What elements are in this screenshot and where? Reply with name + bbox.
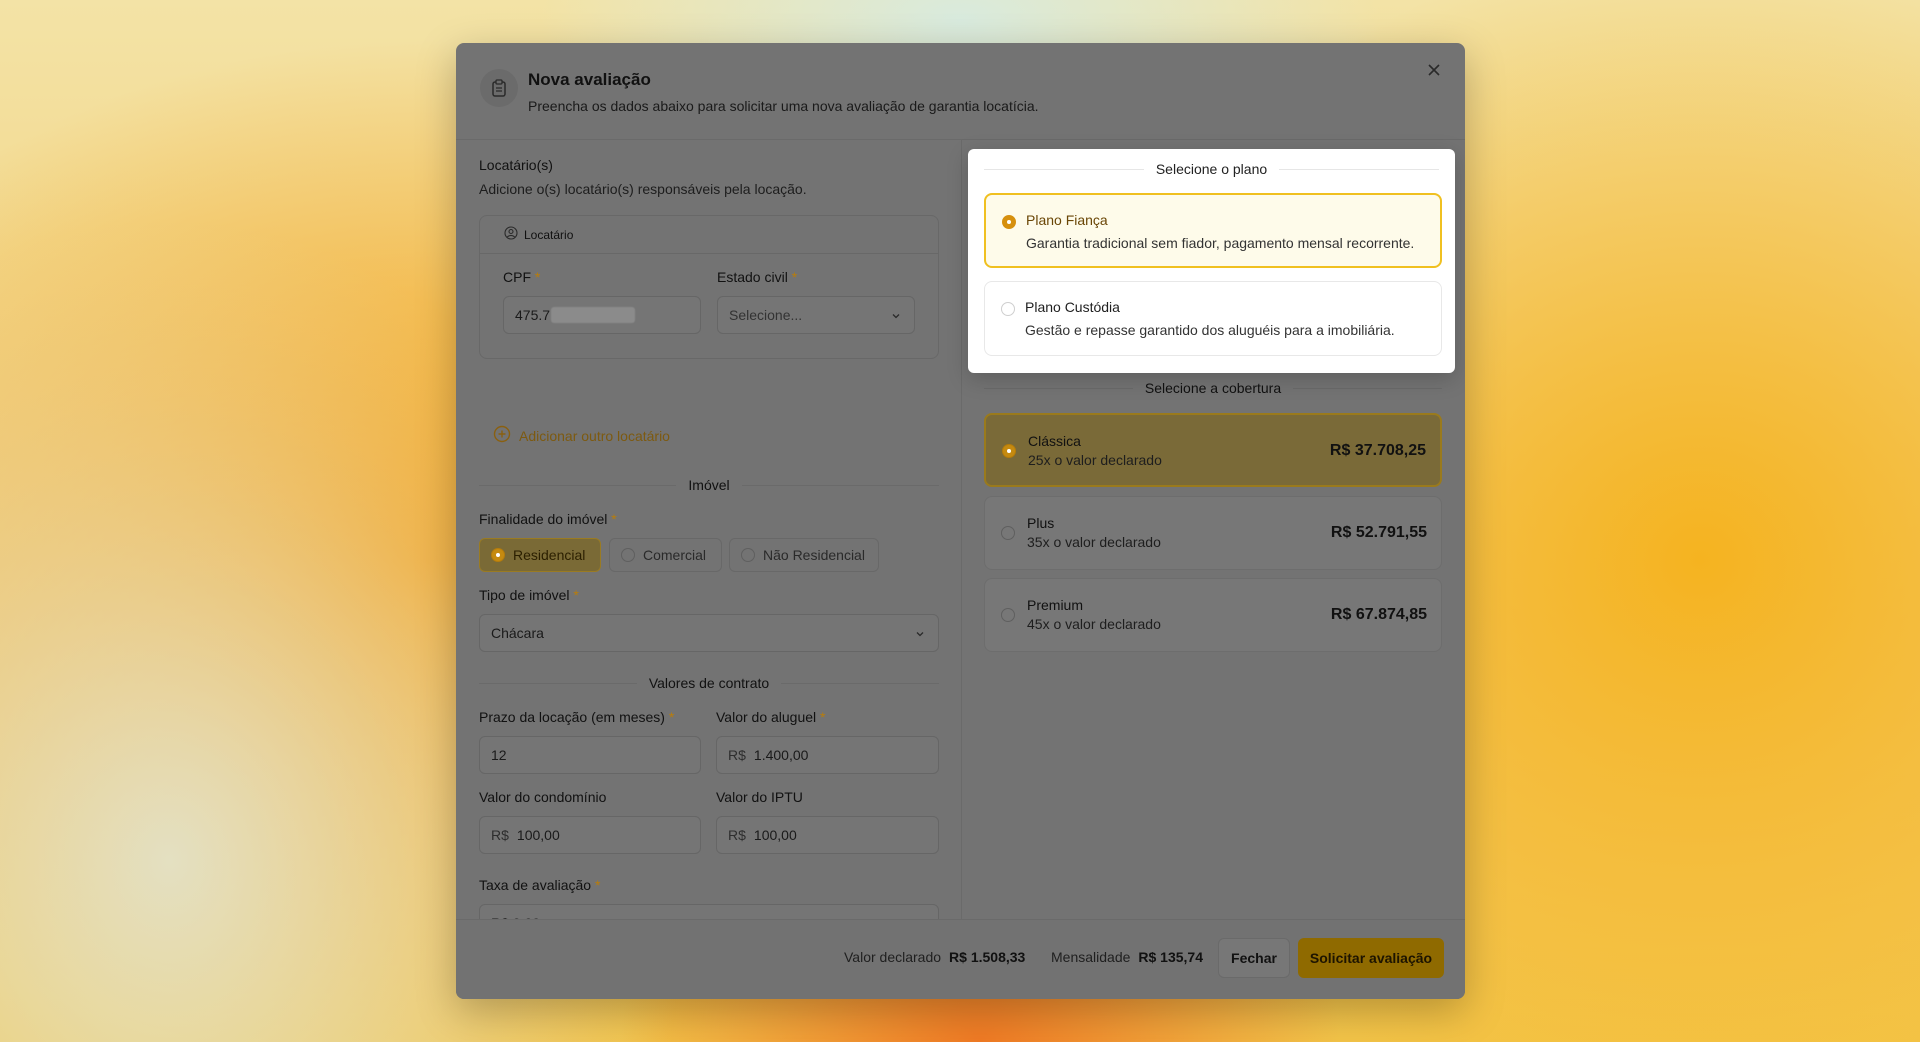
term-input[interactable]: 12 <box>479 736 701 774</box>
rent-value: 1.400,00 <box>753 747 809 763</box>
add-tenant-label: Adicionar outro locatário <box>519 427 670 444</box>
cpf-masked <box>551 307 636 323</box>
purpose-radio-group: Residencial Comercial Não Residencial <box>479 538 939 572</box>
coverage-price: R$ 37.708,25 <box>1329 442 1426 459</box>
declared-value: Valor declarado R$ 1.508,33 <box>844 949 1025 965</box>
declared-amount: R$ 1.508,33 <box>949 949 1026 965</box>
submit-evaluation-button[interactable]: Solicitar avaliação <box>1298 938 1444 978</box>
plus-circle-icon <box>493 425 511 446</box>
radio-checked-icon <box>1002 215 1016 229</box>
coverage-desc: 45x o valor declarado <box>1027 616 1161 632</box>
purpose-residencial-label: Residencial <box>513 547 586 563</box>
modal-title: Nova avaliação <box>528 70 651 89</box>
civil-status-label: Estado civil * <box>717 269 798 285</box>
fee-label: Taxa de avaliação * <box>479 877 601 893</box>
chevron-down-icon <box>890 309 902 325</box>
condo-input[interactable]: R$ 100,00 <box>479 816 701 854</box>
civil-status-placeholder: Selecione... <box>729 307 803 323</box>
tenant-card-header: Locatário <box>480 216 938 254</box>
radio-empty-icon <box>1001 526 1015 540</box>
purpose-residencial[interactable]: Residencial <box>479 538 601 572</box>
radio-empty-icon <box>1001 302 1015 316</box>
term-value: 12 <box>491 747 507 763</box>
plan-name: Plano Custódia <box>1025 299 1120 315</box>
iptu-label: Valor do IPTU <box>716 789 803 805</box>
clipboard-icon <box>480 69 518 107</box>
property-divider: Imóvel <box>479 476 940 494</box>
rent-input[interactable]: R$ 1.400,00 <box>716 736 939 774</box>
purpose-comercial-label: Comercial <box>643 547 707 563</box>
coverage-title: Selecione a cobertura <box>1144 380 1282 396</box>
plan-option-fianca[interactable]: Plano Fiança Garantia tradicional sem fi… <box>984 193 1442 268</box>
monthly-amount: R$ 135,74 <box>1138 949 1203 965</box>
currency-prefix: R$ <box>728 827 746 843</box>
coverage-option-premium[interactable]: Premium 45x o valor declarado R$ 67.874,… <box>984 578 1442 652</box>
new-evaluation-modal: Nova avaliação Preencha os dados abaixo … <box>456 43 1465 999</box>
contract-section-title: Valores de contrato <box>648 675 770 691</box>
rent-label: Valor do aluguel * <box>716 709 826 725</box>
radio-empty-icon <box>1001 608 1015 622</box>
modal-header: Nova avaliação Preencha os dados abaixo … <box>456 43 1465 140</box>
civil-status-select[interactable]: Selecione... <box>717 296 915 334</box>
chevron-down-icon <box>914 627 926 643</box>
cpf-input[interactable]: 475.7 <box>503 296 701 334</box>
currency-prefix: R$ <box>728 747 746 763</box>
coverage-divider: Selecione a cobertura <box>984 379 1443 397</box>
iptu-input[interactable]: R$ 100,00 <box>716 816 939 854</box>
property-type-label: Tipo de imóvel * <box>479 587 579 603</box>
coverage-name: Clássica <box>1028 433 1081 449</box>
coverage-name: Premium <box>1027 597 1084 613</box>
plan-title: Selecione o plano <box>1155 161 1268 177</box>
radio-empty-icon <box>741 548 755 562</box>
coverage-name: Plus <box>1027 515 1055 531</box>
tenants-title: Locatário(s) <box>479 157 553 173</box>
plan-desc: Gestão e repasse garantido dos aluguéis … <box>1025 322 1395 338</box>
close-button[interactable]: Fechar <box>1218 938 1290 978</box>
contract-divider: Valores de contrato <box>479 674 939 692</box>
tenant-card: Locatário CPF * 475.7 Estado civil * Sel… <box>479 215 939 359</box>
modal-subtitle: Preencha os dados abaixo para solicitar … <box>528 98 1039 114</box>
plan-option-custodia[interactable]: Plano Custódia Gestão e repasse garantid… <box>984 281 1442 356</box>
cpf-label: CPF * <box>503 269 541 285</box>
plan-desc: Garantia tradicional sem fiador, pagamen… <box>1026 235 1415 251</box>
condo-value: 100,00 <box>516 827 560 843</box>
coverage-desc: 35x o valor declarado <box>1027 534 1161 550</box>
cpf-value: 475.7 <box>515 307 551 323</box>
plan-selection-panel: Selecione o plano Plano Fiança Garantia … <box>968 149 1455 373</box>
coverage-section: Selecione a cobertura Clássica 25x o val… <box>968 373 1455 703</box>
plan-divider: Selecione o plano <box>968 161 1455 177</box>
term-label: Prazo da locação (em meses) * <box>479 709 675 725</box>
radio-empty-icon <box>621 548 635 562</box>
modal-footer: Valor declarado R$ 1.508,33 Mensalidade R$… <box>456 919 1465 999</box>
property-section-title: Imóvel <box>688 477 730 493</box>
form-column: Locatário(s) Adicione o(s) locatário(s) … <box>479 157 940 942</box>
user-icon <box>504 226 518 243</box>
tenants-description: Adicione o(s) locatário(s) responsáveis … <box>479 181 807 197</box>
condo-label: Valor do condomínio <box>479 789 607 805</box>
purpose-comercial[interactable]: Comercial <box>609 538 722 572</box>
add-tenant-button[interactable]: Adicionar outro locatário <box>493 425 670 446</box>
purpose-label: Finalidade do imóvel * <box>479 511 617 527</box>
radio-checked-icon <box>1002 444 1016 458</box>
plan-name: Plano Fiança <box>1026 212 1108 228</box>
monthly-label: Mensalidade <box>1051 949 1131 965</box>
monthly-value: Mensalidade R$ 135,74 <box>1051 949 1203 965</box>
iptu-value: 100,00 <box>753 827 797 843</box>
property-type-value: Chácara <box>491 625 544 641</box>
purpose-nao-residencial[interactable]: Não Residencial <box>729 538 879 572</box>
coverage-option-classica[interactable]: Clássica 25x o valor declarado R$ 37.708… <box>984 413 1442 487</box>
coverage-price: R$ 67.874,85 <box>1330 606 1427 623</box>
declared-label: Valor declarado <box>844 949 942 965</box>
purpose-nao-residencial-label: Não Residencial <box>763 547 865 563</box>
coverage-desc: 25x o valor declarado <box>1028 452 1162 468</box>
column-divider <box>961 140 962 920</box>
close-icon[interactable] <box>1423 59 1445 81</box>
currency-prefix: R$ <box>491 827 509 843</box>
radio-checked-icon <box>491 548 505 562</box>
tenant-card-label: Locatário <box>524 227 574 242</box>
coverage-price: R$ 52.791,55 <box>1330 524 1427 541</box>
property-type-select[interactable]: Chácara <box>479 614 939 652</box>
coverage-option-plus[interactable]: Plus 35x o valor declarado R$ 52.791,55 <box>984 496 1442 570</box>
